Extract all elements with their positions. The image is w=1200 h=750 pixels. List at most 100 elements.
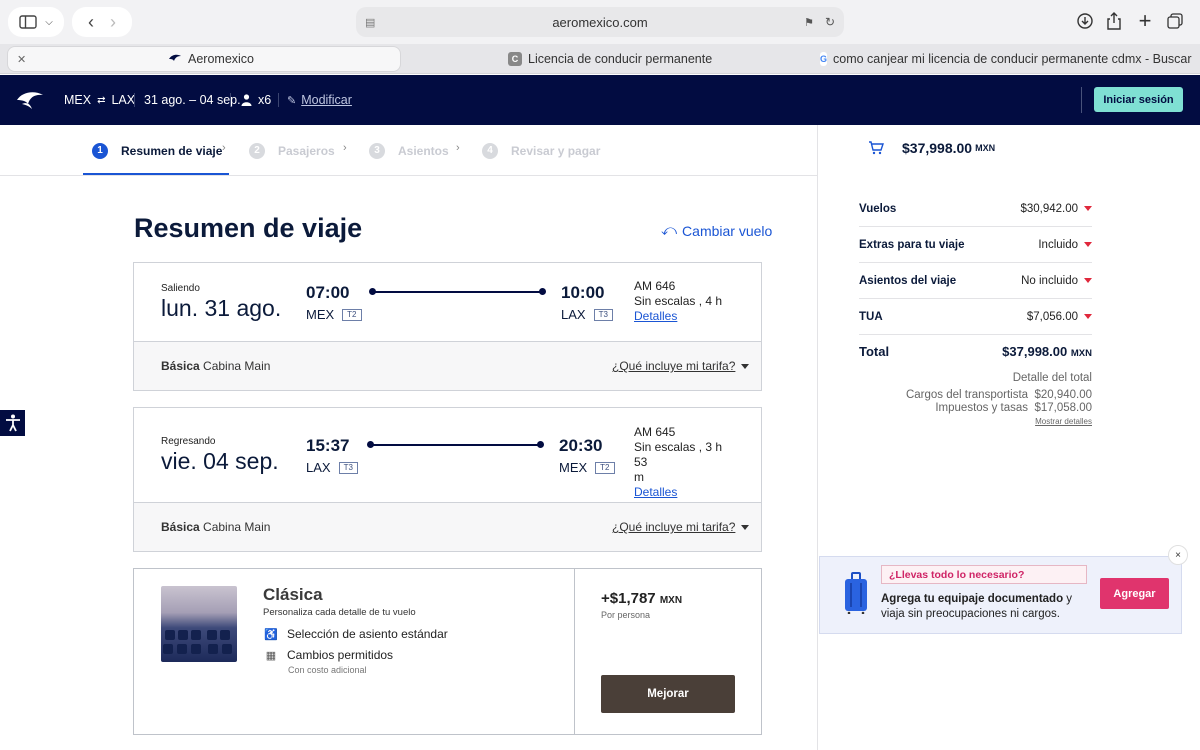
price-currency: MXN bbox=[659, 595, 683, 606]
breakdown-taxes: Impuestos y tasas $17,058.00 bbox=[935, 402, 1092, 414]
flight-date: lun. 31 ago. bbox=[161, 295, 282, 321]
fare-question: ¿Qué incluye mi tarifa? bbox=[612, 520, 736, 534]
modify-search-link[interactable]: ✎ Modificar bbox=[287, 75, 352, 125]
active-step-indicator bbox=[83, 173, 229, 175]
upgrade-subtitle: Personaliza cada detalle de tu vuelo bbox=[263, 607, 416, 618]
airport-code: LAX bbox=[306, 460, 331, 475]
step-trip-summary[interactable]: 1 Resumen de viaje bbox=[92, 125, 222, 176]
price-label: TUA bbox=[859, 310, 883, 323]
fare-name: Básica Cabina Main bbox=[161, 359, 270, 373]
new-tab-icon[interactable]: + bbox=[1136, 8, 1154, 33]
caret-down-icon bbox=[1084, 206, 1092, 211]
page-menu-icon[interactable]: ▤ bbox=[365, 16, 375, 29]
chevron-right-icon: › bbox=[456, 142, 460, 154]
close-promo-button[interactable]: × bbox=[1168, 545, 1188, 565]
fare-row: Básica Cabina Main ¿Qué incluye mi tarif… bbox=[134, 341, 761, 390]
step-seats[interactable]: 3 Asientos bbox=[369, 125, 449, 176]
fare-type: Básica bbox=[161, 359, 200, 373]
breakdown-title: Detalle del total bbox=[1012, 372, 1092, 384]
airport-code: LAX bbox=[561, 307, 586, 322]
sidebar-toggle-button[interactable]: ⌵ bbox=[8, 7, 64, 37]
terminal-badge: T2 bbox=[595, 461, 615, 474]
url-text: aeromexico.com bbox=[552, 14, 648, 30]
tab-licencia[interactable]: C Licencia de conducir permanente bbox=[508, 46, 798, 72]
tab-google-search[interactable]: G como canjear mi licencia de conducir p… bbox=[820, 46, 1195, 72]
route-to: LAX bbox=[111, 93, 136, 107]
tab-aeromexico[interactable]: ✕ Aeromexico bbox=[7, 46, 401, 72]
flight-date: vie. 04 sep. bbox=[161, 448, 279, 474]
accessibility-button[interactable] bbox=[0, 410, 25, 436]
direction-label: Regresando bbox=[161, 436, 216, 447]
caret-down-icon bbox=[741, 524, 750, 530]
chevron-right-icon: › bbox=[222, 142, 226, 154]
checkout-steps: 1 Resumen de viaje 2 Pasajeros 3 Asiento… bbox=[0, 125, 817, 176]
aeromexico-favicon-icon bbox=[168, 52, 182, 66]
reload-icon[interactable]: ↻ bbox=[825, 15, 835, 29]
flight-details-link[interactable]: Detalles bbox=[634, 485, 734, 500]
total-currency: MXN bbox=[1070, 348, 1092, 359]
google-favicon-icon: G bbox=[820, 52, 828, 66]
translate-icon[interactable]: ⚑ bbox=[804, 16, 814, 29]
step-passengers[interactable]: 2 Pasajeros bbox=[249, 125, 335, 176]
trip-dates: 31 ago. – 04 sep. bbox=[144, 93, 241, 107]
arrival-airport: MEX T2 bbox=[559, 460, 615, 475]
route-end-dot bbox=[537, 441, 544, 448]
route-end-dot bbox=[539, 288, 546, 295]
upgrade-button[interactable]: Mejorar bbox=[601, 675, 735, 713]
fare-question: ¿Qué incluye mi tarifa? bbox=[612, 359, 736, 373]
flight-info: AM 645 Sin escalas , 3 h 53 m Detalles bbox=[634, 425, 734, 500]
flight-card-outbound: Saliendo lun. 31 ago. 07:00 MEX T2 10:00… bbox=[133, 262, 762, 391]
nav-buttons: ‹ › bbox=[72, 7, 132, 37]
address-bar[interactable]: ▤ aeromexico.com ⚑ ↻ bbox=[356, 7, 844, 37]
tab-label: Licencia de conducir permanente bbox=[528, 52, 713, 66]
arrival-time: 10:00 bbox=[561, 283, 605, 302]
price-value: Incluido bbox=[1038, 238, 1078, 251]
fare-info-toggle[interactable]: ¿Qué incluye mi tarifa? bbox=[612, 520, 750, 534]
step-review-pay[interactable]: 4 Revisar y pagar bbox=[482, 125, 600, 176]
per-person-label: Por persona bbox=[601, 610, 651, 620]
caret-down-icon bbox=[1084, 278, 1092, 283]
close-tab-icon[interactable]: ✕ bbox=[17, 53, 26, 66]
cart-summary: $37,998.00 MXN bbox=[868, 140, 995, 156]
fare-info-toggle[interactable]: ¿Qué incluye mi tarifa? bbox=[612, 359, 750, 373]
back-arrow-icon[interactable]: ‹ bbox=[88, 12, 94, 33]
login-button[interactable]: Iniciar sesión bbox=[1094, 87, 1183, 112]
airport-code: MEX bbox=[306, 307, 335, 322]
change-flight-link[interactable]: ⤺ Cambiar vuelo bbox=[661, 222, 772, 239]
upgrade-price: +$1,787 MXN bbox=[601, 590, 682, 607]
departure-time: 15:37 bbox=[306, 436, 350, 455]
route-line bbox=[372, 444, 540, 446]
chevron-right-icon: › bbox=[343, 142, 347, 154]
forward-arrow-icon[interactable]: › bbox=[110, 12, 116, 33]
price-row-seats[interactable]: Asientos del viaje No incluido bbox=[859, 263, 1092, 299]
fare-upgrade-card: Clásica Personaliza cada detalle de tu v… bbox=[133, 568, 762, 735]
promo-tag: ¿Llevas todo lo necesario? bbox=[881, 565, 1087, 584]
add-baggage-button[interactable]: Agregar bbox=[1100, 578, 1169, 609]
step-number: 4 bbox=[482, 142, 498, 159]
arrival-airport: LAX T3 bbox=[561, 307, 613, 322]
passenger-count: x6 bbox=[241, 75, 271, 125]
cabin-photo bbox=[161, 586, 237, 662]
download-icon[interactable] bbox=[1076, 12, 1094, 30]
price-row-flights[interactable]: Vuelos $30,942.00 bbox=[859, 191, 1092, 227]
departure-time: 07:00 bbox=[306, 283, 350, 302]
tab-overview-icon[interactable] bbox=[1166, 12, 1184, 30]
tab-label: Aeromexico bbox=[188, 52, 254, 66]
aeromexico-logo-icon[interactable] bbox=[16, 75, 44, 125]
price-row-tua[interactable]: TUA $7,056.00 bbox=[859, 299, 1092, 335]
fare-type: Básica bbox=[161, 520, 200, 534]
route-summary: MEX ⇄ LAX bbox=[64, 75, 135, 125]
pencil-icon: ✎ bbox=[287, 94, 297, 107]
flight-stops: Sin escalas , 4 h bbox=[634, 294, 723, 308]
step-label: Revisar y pagar bbox=[511, 143, 601, 158]
panel-divider bbox=[817, 125, 818, 750]
feature-note: Con costo adicional bbox=[288, 665, 367, 675]
price-row-extras[interactable]: Extras para tu viaje Incluido bbox=[859, 227, 1092, 263]
price-value: $7,056.00 bbox=[1026, 310, 1078, 323]
breakdown-label: Impuestos y tasas bbox=[935, 402, 1029, 414]
share-icon[interactable] bbox=[1105, 11, 1123, 31]
flight-details-link[interactable]: Detalles bbox=[634, 309, 722, 324]
step-label: Asientos bbox=[398, 143, 449, 158]
swap-arrows-icon: ⇄ bbox=[97, 94, 106, 106]
show-details-link[interactable]: Mostrar detalles bbox=[1035, 417, 1092, 426]
